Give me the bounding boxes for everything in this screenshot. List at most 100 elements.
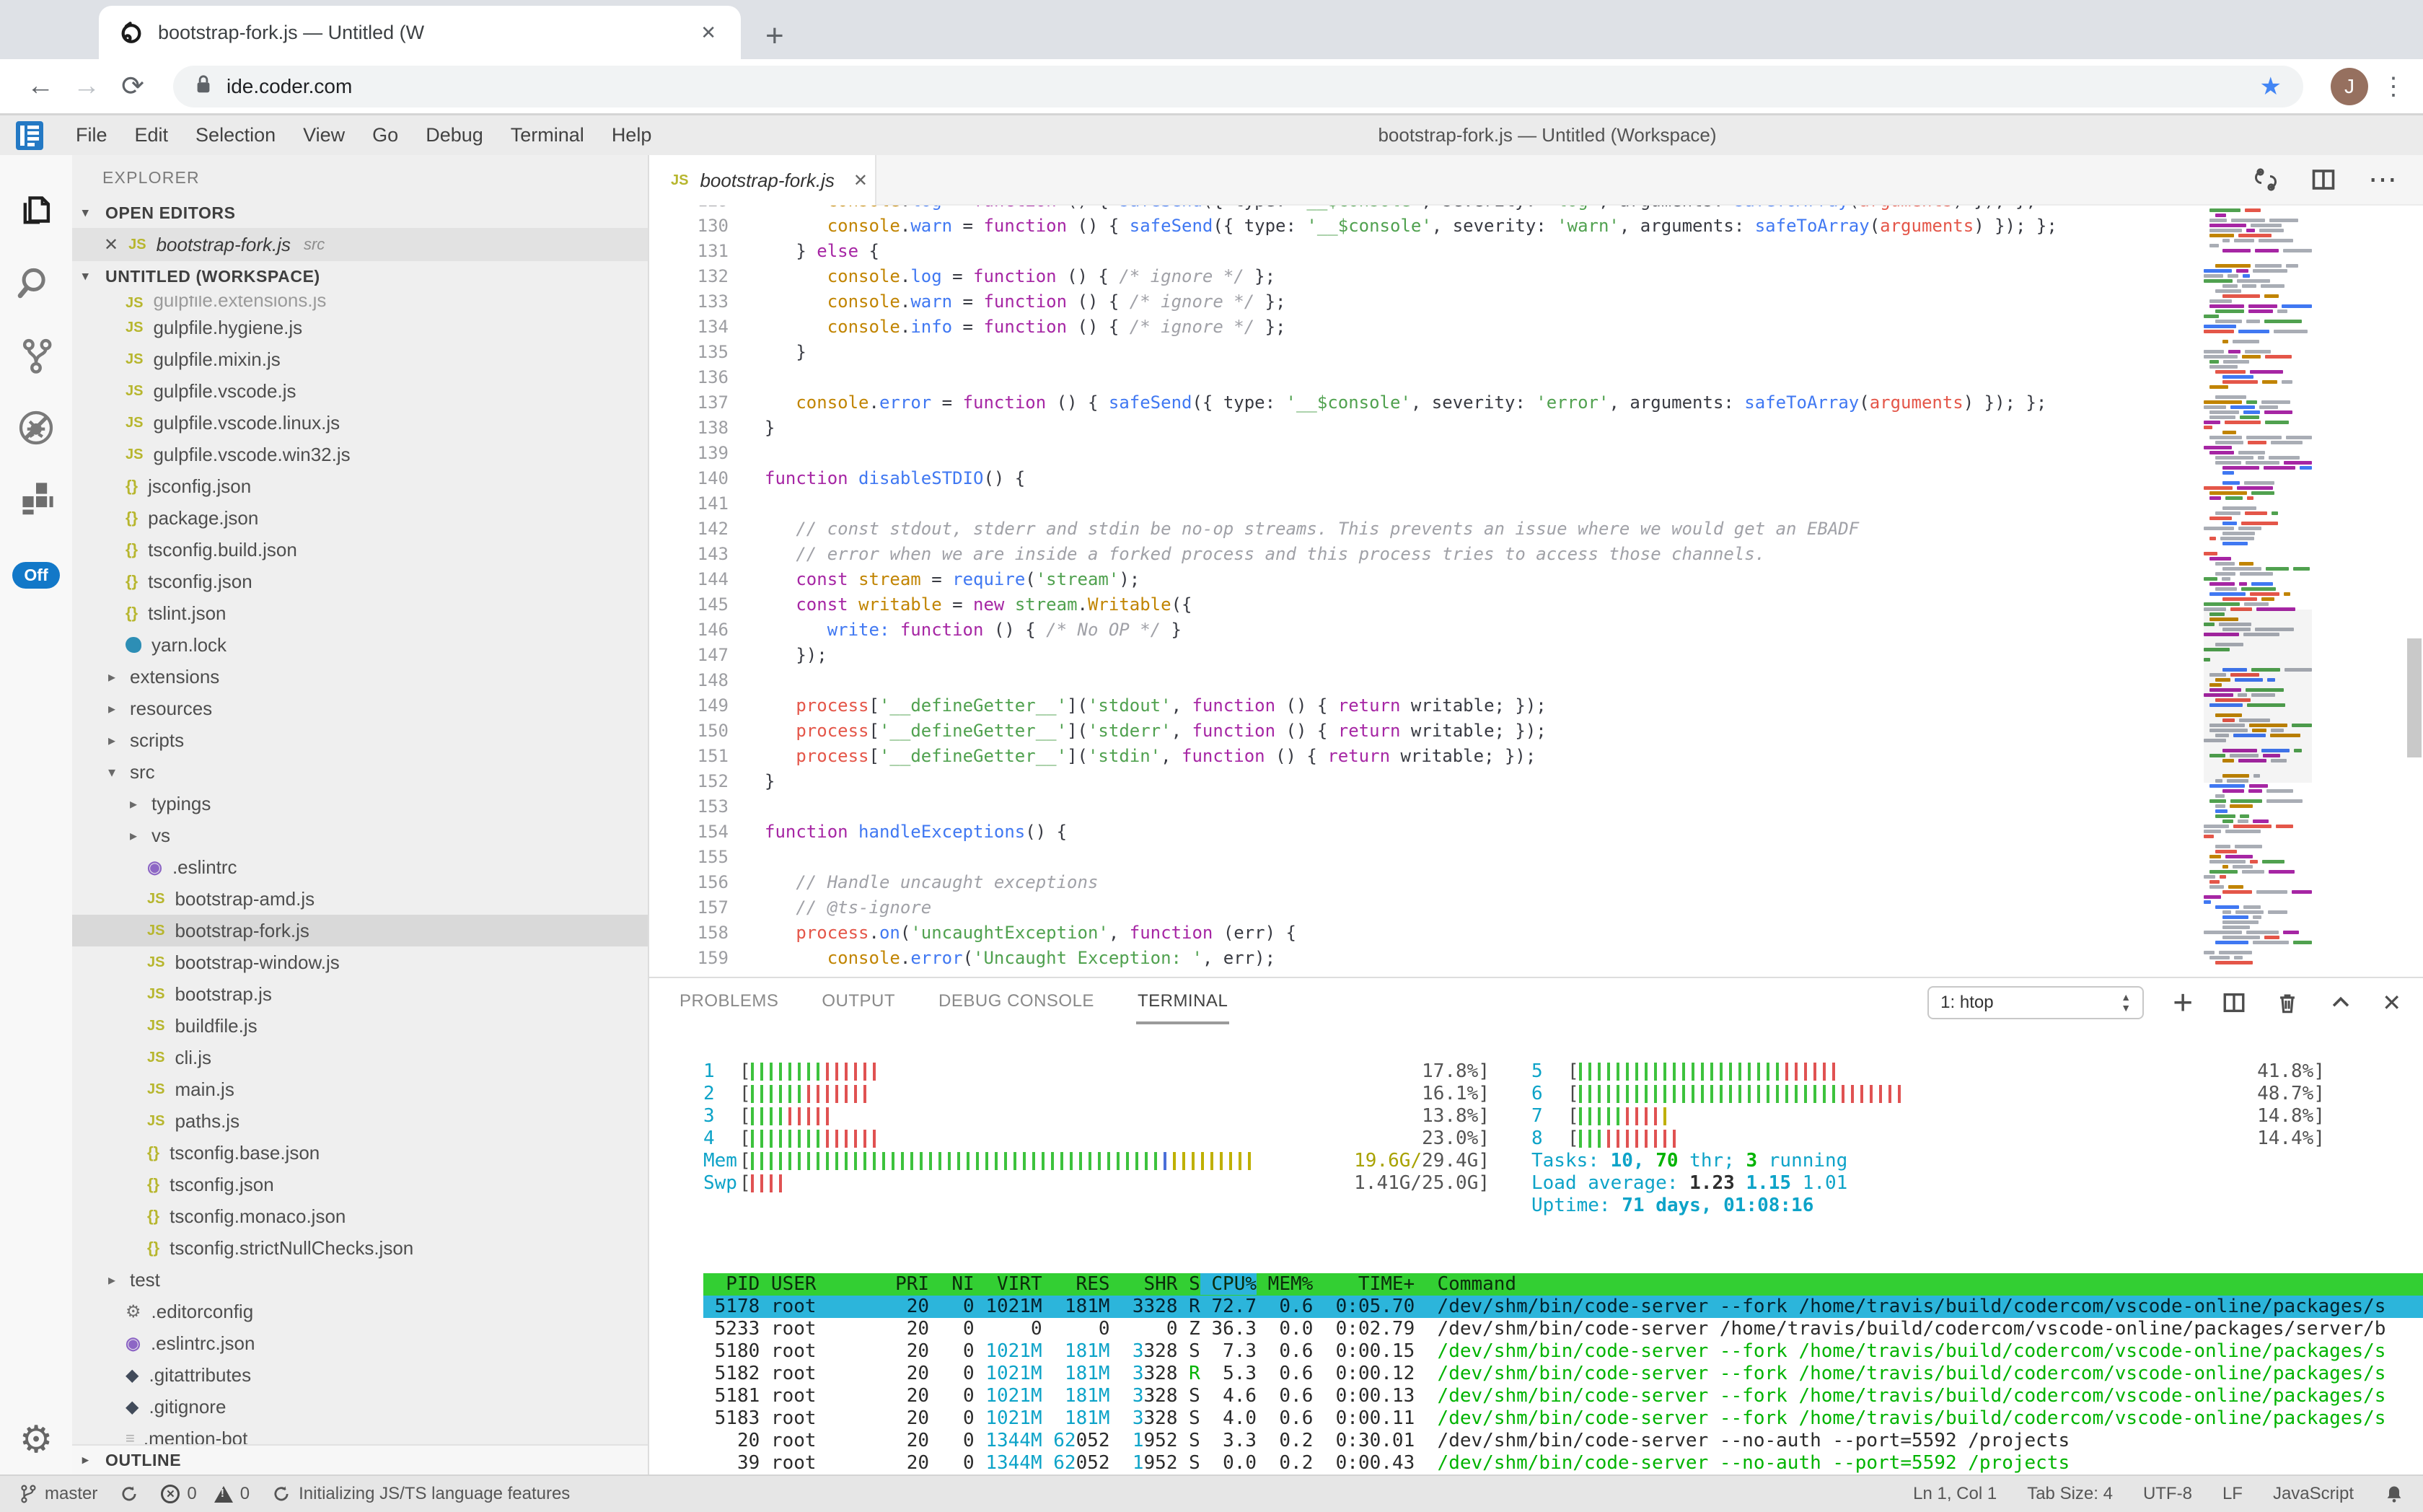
app-logo-icon[interactable]: [16, 121, 43, 150]
source-control-icon[interactable]: [0, 320, 72, 392]
menu-item-view[interactable]: View: [289, 124, 359, 146]
eol[interactable]: LF: [2222, 1484, 2243, 1504]
tree-item-jsconfig.json[interactable]: {}jsconfig.json: [72, 470, 648, 502]
tree-item-package.json[interactable]: {}package.json: [72, 502, 648, 534]
tree-item-buildfile.js[interactable]: JSbuildfile.js: [72, 1010, 648, 1042]
tree-item-extensions[interactable]: ▸extensions: [72, 661, 648, 693]
menu-item-go[interactable]: Go: [359, 124, 412, 146]
tree-item-.eslintrc[interactable]: ◉.eslintrc: [72, 851, 648, 883]
panel-tab-problems[interactable]: PROBLEMS: [678, 981, 780, 1024]
explorer-icon[interactable]: [0, 175, 72, 247]
process-row-39[interactable]: 39 root 20 0 1344M 62052 1952 S 0.0 0.2 …: [703, 1452, 2423, 1474]
tree-item-typings[interactable]: ▸typings: [72, 788, 648, 819]
tab-close-icon[interactable]: ✕: [853, 170, 868, 191]
menu-item-selection[interactable]: Selection: [182, 124, 289, 146]
tree-item-yarn.lock[interactable]: yarn.lock: [72, 629, 648, 661]
tree-item-.editorconfig[interactable]: ⚙.editorconfig: [72, 1296, 648, 1327]
editor-tab[interactable]: JS bootstrap-fork.js ✕: [649, 155, 876, 206]
tree-item-gulpfile.extensions.js[interactable]: JSgulpfile.extensions.js: [72, 296, 648, 312]
panel-tab-debug-console[interactable]: DEBUG CONSOLE: [937, 981, 1096, 1024]
tree-item-bootstrap.js[interactable]: JSbootstrap.js: [72, 978, 648, 1010]
kill-terminal-icon[interactable]: [2275, 990, 2300, 1015]
tree-item-.gitattributes[interactable]: ◆.gitattributes: [72, 1359, 648, 1391]
back-button[interactable]: ←: [17, 71, 63, 102]
tree-item-tsconfig.build.json[interactable]: {}tsconfig.build.json: [72, 534, 648, 566]
menu-item-help[interactable]: Help: [598, 124, 666, 146]
tree-item-gulpfile.hygiene.js[interactable]: JSgulpfile.hygiene.js: [72, 312, 648, 343]
status-badge[interactable]: Off: [12, 562, 59, 589]
tree-item-test[interactable]: ▸test: [72, 1264, 648, 1296]
menu-item-file[interactable]: File: [62, 124, 121, 146]
tree-item-src[interactable]: ▾src: [72, 756, 648, 788]
menu-item-terminal[interactable]: Terminal: [497, 124, 598, 146]
htop-table-header[interactable]: PID USER PRI NI VIRT RES SHR S CPU% MEM%…: [703, 1273, 2423, 1296]
tree-item-gulpfile.vscode.js[interactable]: JSgulpfile.vscode.js: [72, 375, 648, 407]
tree-item-main.js[interactable]: JSmain.js: [72, 1073, 648, 1105]
process-row-5183[interactable]: 5183 root 20 0 1021M 181M 3328 S 4.0 0.6…: [703, 1407, 2423, 1430]
tree-item-tsconfig.monaco.json[interactable]: {}tsconfig.monaco.json: [72, 1200, 648, 1232]
workspace-header[interactable]: ▾ UNTITLED (WORKSPACE): [72, 261, 648, 291]
search-icon[interactable]: [0, 247, 72, 320]
forward-button[interactable]: →: [63, 71, 110, 102]
extensions-icon[interactable]: [0, 464, 72, 536]
close-panel-icon[interactable]: ✕: [2382, 989, 2401, 1016]
tree-item-gulpfile.vscode.linux.js[interactable]: JSgulpfile.vscode.linux.js: [72, 407, 648, 439]
outline-header[interactable]: ▸ OUTLINE: [72, 1444, 648, 1474]
tree-item-.mention-bot[interactable]: ≡.mention-bot: [72, 1423, 648, 1444]
git-branch-status[interactable]: master: [19, 1483, 97, 1505]
process-row-5178[interactable]: 5178 root 20 0 1021M 181M 3328 R 72.7 0.…: [703, 1296, 2423, 1318]
encoding[interactable]: UTF-8: [2143, 1484, 2192, 1504]
tree-item-resources[interactable]: ▸resources: [72, 693, 648, 724]
panel-tab-output[interactable]: OUTPUT: [820, 981, 897, 1024]
tree-item-cli.js[interactable]: JScli.js: [72, 1042, 648, 1073]
open-editor-item[interactable]: ✕ JS bootstrap-fork.js src: [72, 228, 648, 261]
settings-gear-icon[interactable]: ⚙: [19, 1418, 53, 1462]
tree-item-bootstrap-fork.js[interactable]: JSbootstrap-fork.js: [72, 915, 648, 946]
tree-item-tsconfig.json[interactable]: {}tsconfig.json: [72, 1169, 648, 1200]
tree-item-paths.js[interactable]: JSpaths.js: [72, 1105, 648, 1137]
tree-item-tsconfig.base.json[interactable]: {}tsconfig.base.json: [72, 1137, 648, 1169]
tree-item-scripts[interactable]: ▸scripts: [72, 724, 648, 756]
menu-item-edit[interactable]: Edit: [121, 124, 183, 146]
browser-tab-close-icon[interactable]: ✕: [696, 22, 721, 44]
browser-menu-icon[interactable]: ⋮: [2381, 72, 2406, 101]
process-row-5182[interactable]: 5182 root 20 0 1021M 181M 3328 R 5.3 0.6…: [703, 1363, 2423, 1385]
language-mode[interactable]: JavaScript: [2273, 1484, 2354, 1504]
tab-size[interactable]: Tab Size: 4: [2027, 1484, 2113, 1504]
tree-item-gulpfile.vscode.win32.js[interactable]: JSgulpfile.vscode.win32.js: [72, 439, 648, 470]
menu-item-debug[interactable]: Debug: [412, 124, 497, 146]
new-tab-button[interactable]: +: [765, 20, 784, 52]
tree-item-bootstrap-window.js[interactable]: JSbootstrap-window.js: [72, 946, 648, 978]
debug-disabled-icon[interactable]: [0, 392, 72, 464]
code-editor[interactable]: 129 console.log = function () { safeSend…: [649, 206, 2423, 977]
tree-item-vs[interactable]: ▸vs: [72, 819, 648, 851]
editor-scrollbar[interactable]: [2407, 638, 2422, 757]
split-terminal-icon[interactable]: [2222, 990, 2246, 1015]
process-row-5181[interactable]: 5181 root 20 0 1021M 181M 3328 S 4.6 0.6…: [703, 1385, 2423, 1407]
sync-status[interactable]: [119, 1484, 139, 1504]
tree-item-.eslintrc.json[interactable]: ◉.eslintrc.json: [72, 1327, 648, 1359]
more-actions-icon[interactable]: ⋯: [2368, 172, 2397, 187]
tree-item-tslint.json[interactable]: {}tslint.json: [72, 597, 648, 629]
tree-item-.gitignore[interactable]: ◆.gitignore: [72, 1391, 648, 1423]
avatar[interactable]: J: [2331, 68, 2368, 105]
tree-item-gulpfile.mixin.js[interactable]: JSgulpfile.mixin.js: [72, 343, 648, 375]
maximize-panel-icon[interactable]: [2329, 990, 2353, 1015]
minimap-slider[interactable]: [2204, 610, 2312, 783]
minimap[interactable]: [2204, 206, 2312, 977]
language-status-message[interactable]: Initializing JS/TS language features: [271, 1484, 570, 1504]
terminal[interactable]: 1[17.8%]2[16.1%]3[13.8%]4[23.0%]Mem[19.6…: [649, 1027, 2423, 1474]
problems-status[interactable]: ✕ 0 0: [161, 1484, 250, 1504]
notifications-bell-icon[interactable]: [2384, 1484, 2404, 1504]
panel-tab-terminal[interactable]: TERMINAL: [1136, 981, 1229, 1024]
process-row-5233[interactable]: 5233 root 20 0 0 0 0 Z 36.3 0.0 0:02.79 …: [703, 1318, 2423, 1340]
process-row-20[interactable]: 20 root 20 0 1344M 62052 1952 S 3.3 0.2 …: [703, 1430, 2423, 1452]
process-row-5180[interactable]: 5180 root 20 0 1021M 181M 3328 S 7.3 0.6…: [703, 1340, 2423, 1363]
new-terminal-icon[interactable]: +: [2173, 983, 2193, 1023]
cursor-position[interactable]: Ln 1, Col 1: [1913, 1484, 1997, 1504]
url-bar[interactable]: ide.coder.com ★: [173, 66, 2303, 107]
browser-tab[interactable]: bootstrap-fork.js — Untitled (W ✕: [99, 6, 741, 59]
open-editors-header[interactable]: ▾ OPEN EDITORS: [72, 198, 648, 228]
refresh-button[interactable]: ⟳: [110, 70, 156, 102]
split-editor-icon[interactable]: [2310, 167, 2336, 193]
